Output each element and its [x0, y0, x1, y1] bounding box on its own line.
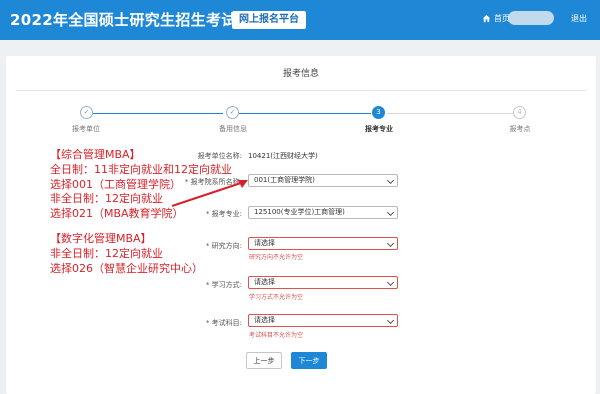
annotation-arrow — [171, 180, 248, 207]
